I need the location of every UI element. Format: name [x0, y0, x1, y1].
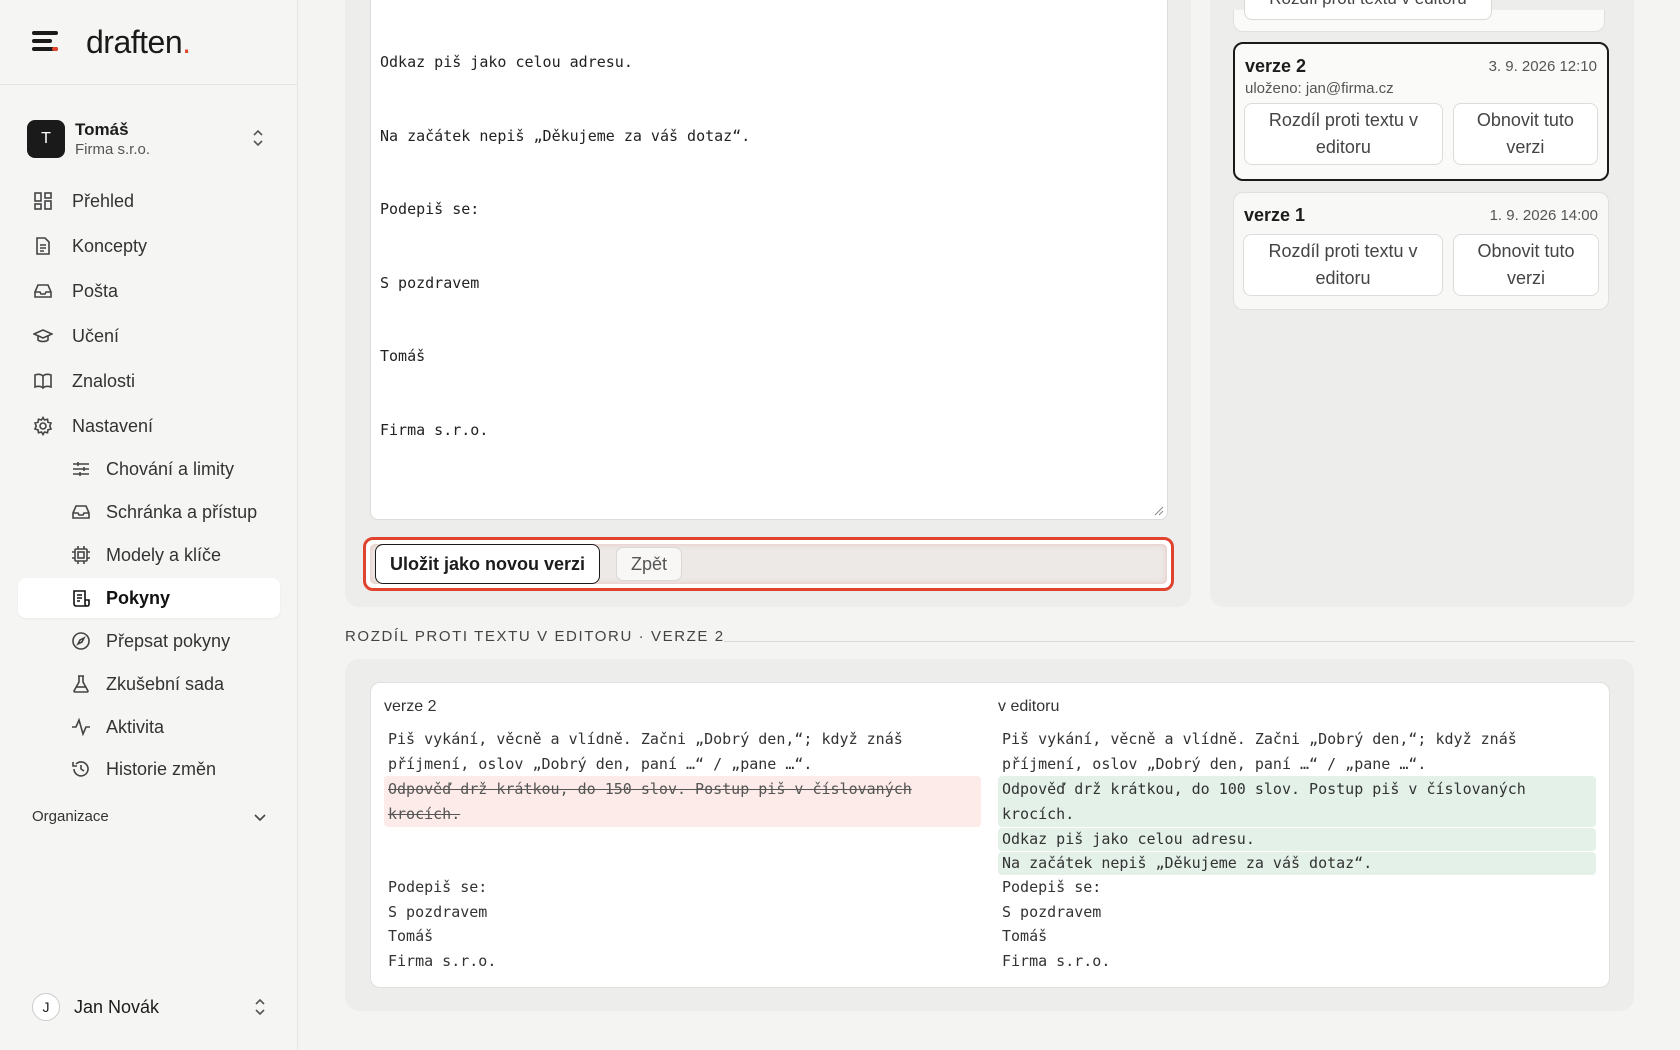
sidebar-item-uceni[interactable]: Učení [18, 316, 280, 356]
sidebar-item-modely-a-klice[interactable]: Modely a klíče [18, 535, 280, 575]
editor-action-bar: Uložit jako novou verzi Zpět [363, 537, 1174, 591]
inbox-icon [32, 280, 54, 302]
diff-added-line: Odpověď drž krátkou, do 100 slov. Postup… [1002, 780, 1526, 798]
graduation-cap-icon [32, 325, 54, 347]
scroll-text-icon [70, 587, 92, 609]
version-date: 1. 9. 2026 14:00 [1489, 207, 1598, 224]
sidebar-item-koncepty[interactable]: Koncepty [18, 226, 280, 266]
inbox-icon [70, 501, 92, 523]
sidebar-item-prepsat-pokyny[interactable]: Přepsat pokyny [18, 621, 280, 661]
version-name: verze 2 [1245, 56, 1307, 76]
compass-icon [70, 630, 92, 652]
version-saved-by: uloženo: jan@firma.cz [1245, 80, 1394, 97]
org-user-name: Tomáš [75, 119, 129, 139]
sidebar-item-prehled[interactable]: Přehled [18, 181, 280, 221]
dashboard-icon [32, 190, 54, 212]
diff-left-line: Piš vykání, věcně a vlídně. Začni „Dobrý… [388, 730, 903, 748]
sidebar-item-nastaveni[interactable]: Nastavení [18, 406, 280, 446]
section-divider [724, 641, 1634, 642]
diff-added-line: Odkaz piš jako celou adresu. [1002, 830, 1255, 848]
user-avatar: J [32, 993, 60, 1021]
diff-section-title: ROZDÍL PROTI TEXTU V EDITORU · VERZE 2 [345, 628, 725, 645]
diff-removed-line: Odpověď drž krátkou, do 150 slov. Postup… [388, 780, 912, 798]
diff-added-line: krocích. [1002, 805, 1075, 823]
sidebar-item-zkusebni-sada[interactable]: Zkušební sada [18, 664, 280, 704]
sidebar-item-chovani-a-limity[interactable]: Chování a limity [18, 449, 280, 489]
sidebar: draften. T Tomáš Firma s.r.o. Přehled Ko… [0, 0, 298, 1050]
diff-left-line: příjmení, oslov „Dobrý den, paní …“ / „p… [388, 755, 813, 773]
organizace-section[interactable]: Organizace [32, 808, 267, 825]
sidebar-item-pokyny[interactable]: Pokyny [18, 578, 280, 618]
diff-editor-button-partial[interactable]: Rozdíl proti textu v editoru [1244, 0, 1492, 20]
chevron-updown-icon [253, 129, 263, 147]
book-icon [32, 370, 54, 392]
sidebar-item-schranka-a-pristup[interactable]: Schránka a přístup [18, 492, 280, 532]
chevron-down-icon [254, 813, 266, 821]
diff-removed-line: krocích. [388, 805, 461, 823]
restore-version-button[interactable]: Obnovit tuto verzi [1452, 103, 1598, 165]
restore-version-button[interactable]: Obnovit tuto verzi [1453, 234, 1599, 296]
sidebar-item-aktivita[interactable]: Aktivita [18, 707, 280, 747]
logo[interactable]: draften. [86, 24, 191, 61]
sidebar-item-posta[interactable]: Pošta [18, 271, 280, 311]
user-switcher[interactable]: J Jan Novák [32, 993, 267, 1021]
menu-icon[interactable] [32, 31, 60, 53]
back-button[interactable]: Zpět [616, 547, 683, 581]
history-icon [70, 758, 92, 780]
save-new-version-button[interactable]: Uložit jako novou verzi [375, 544, 601, 584]
version-card-2[interactable]: verze 2 3. 9. 2026 12:10 uloženo: jan@fi… [1233, 42, 1609, 181]
org-avatar: T [27, 120, 65, 158]
brand-bar: draften. [0, 0, 297, 85]
sliders-icon [70, 458, 92, 480]
sidebar-item-historie-zmen[interactable]: Historie změn [18, 749, 280, 789]
org-company: Firma s.r.o. [75, 140, 151, 158]
flask-icon [70, 673, 92, 695]
diff-right-line: příjmení, oslov „Dobrý den, paní …“ / „p… [1002, 755, 1427, 773]
diff-right-line: Firma s.r.o. [1002, 952, 1111, 970]
diff-against-editor-button[interactable]: Rozdíl proti textu v editoru [1243, 234, 1443, 296]
diff-left-line: Podepiš se: [388, 878, 488, 896]
activity-icon [70, 716, 92, 738]
gear-icon [32, 415, 54, 437]
diff-added-line: Na začátek nepiš „Děkujeme za váš dotaz“… [1002, 854, 1373, 872]
sidebar-item-znalosti[interactable]: Znalosti [18, 361, 280, 401]
diff-right-line: Podepiš se: [1002, 878, 1102, 896]
chip-icon [70, 544, 92, 566]
org-switcher[interactable]: T Tomáš Firma s.r.o. [27, 117, 277, 161]
diff-left-label: verze 2 [384, 698, 437, 715]
resize-handle-icon[interactable] [1154, 506, 1164, 516]
chevron-updown-icon [255, 998, 265, 1016]
diff-right-label: v editoru [998, 698, 1060, 715]
version-name: verze 1 [1244, 205, 1306, 225]
diff-left-line: S pozdravem [388, 903, 488, 921]
diff-right-line: S pozdravem [1002, 903, 1102, 921]
user-name: Jan Novák [74, 996, 160, 1017]
diff-left-line: Tomáš [388, 927, 434, 945]
diff-left-line: Firma s.r.o. [388, 952, 497, 970]
diff-right-line: Tomáš [1002, 927, 1048, 945]
version-date: 3. 9. 2026 12:10 [1488, 58, 1597, 75]
diff-right-line: Piš vykání, věcně a vlídně. Začni „Dobrý… [1002, 730, 1517, 748]
version-card-1[interactable]: verze 1 1. 9. 2026 14:00 Rozdíl proti te… [1233, 192, 1609, 310]
instructions-editor[interactable]: Odkaz piš jako celou adresu. Na začátek … [370, 0, 1168, 520]
document-icon [32, 235, 54, 257]
diff-against-editor-button[interactable]: Rozdíl proti textu v editoru [1244, 103, 1443, 165]
